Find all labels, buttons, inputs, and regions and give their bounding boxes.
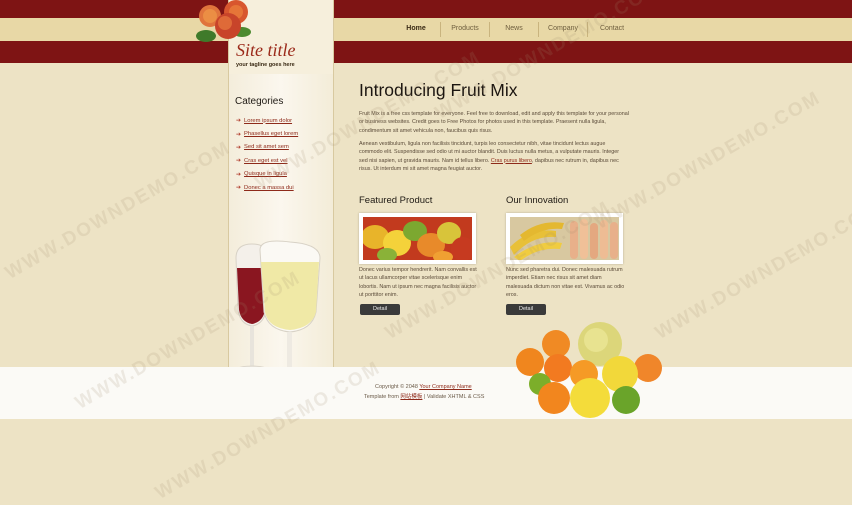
categories-heading: Categories	[235, 96, 284, 107]
innovation-detail-button[interactable]: Detail	[506, 304, 546, 315]
category-item[interactable]: ➔ Phasellus eget lorem	[236, 127, 298, 140]
nav-products[interactable]: Products	[441, 18, 489, 41]
arrow-right-icon: ➔	[236, 185, 242, 192]
header-mid-band	[0, 41, 852, 63]
arrow-right-icon: ➔	[236, 118, 242, 125]
site-title[interactable]: Site title	[236, 40, 295, 61]
body-paragraph: Aenean vestibulum, ligula non facilisis …	[359, 140, 629, 173]
nav-news[interactable]: News	[490, 18, 538, 41]
featured-detail-button[interactable]: Detail	[360, 304, 400, 315]
template-link[interactable]: 网站模板	[400, 394, 422, 400]
arrow-right-icon: ➔	[236, 158, 242, 165]
category-link[interactable]: Lorem ipsum dolor	[244, 118, 292, 124]
category-link[interactable]: Sed sit amet sem	[244, 144, 289, 150]
category-item[interactable]: ➔ Sed sit amet sem	[236, 141, 298, 154]
watermark: WWW.DOWNDEMO.COM	[1, 137, 235, 284]
arrow-right-icon: ➔	[236, 131, 242, 138]
nav-home[interactable]: Home	[392, 18, 440, 41]
category-link[interactable]: Phasellus eget lorem	[244, 131, 298, 137]
arrow-right-icon: ➔	[236, 171, 242, 178]
our-innovation-text: Nunc sed pharetra dui. Donec malesuada r…	[506, 267, 625, 298]
category-item[interactable]: ➔ Lorem ipsum dolor	[236, 114, 298, 127]
mango-image	[363, 217, 472, 260]
watermark: WWW.DOWNDEMO.COM	[651, 197, 852, 344]
footer-bottom-band	[0, 419, 852, 479]
copyright-text: Copyright © 2048	[375, 384, 418, 390]
featured-product-thumbnail[interactable]	[359, 213, 476, 264]
featured-product-heading: Featured Product	[359, 195, 433, 206]
validate-text[interactable]: | Validate XHTML & CSS	[424, 394, 484, 400]
template-text: Template from	[364, 394, 399, 400]
our-innovation-heading: Our Innovation	[506, 195, 569, 206]
citrus-fruit-image	[516, 322, 662, 418]
company-link[interactable]: Your Company Name	[419, 384, 471, 390]
inline-link[interactable]: Cras purus libero	[491, 158, 532, 164]
header-top-band	[0, 0, 852, 18]
arrow-right-icon: ➔	[236, 144, 242, 151]
site-tagline: your tagline goes here	[236, 62, 295, 68]
